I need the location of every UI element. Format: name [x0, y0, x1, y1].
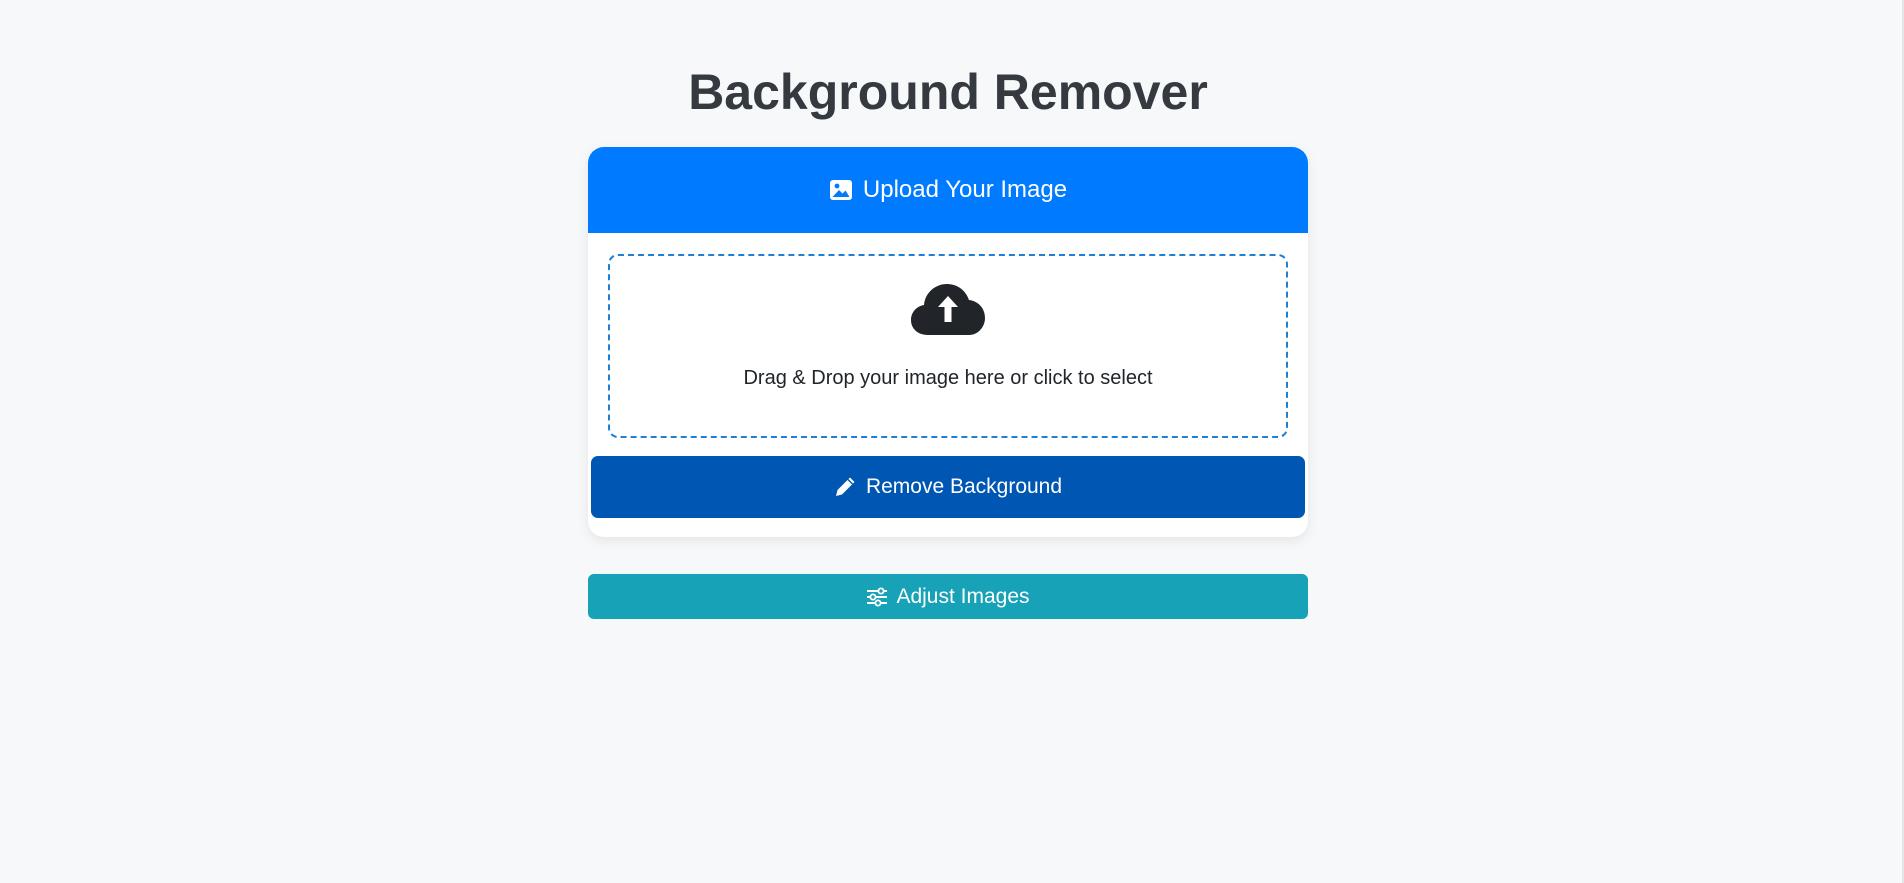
remove-background-button[interactable]: Remove Background — [591, 456, 1305, 518]
image-icon — [829, 179, 853, 201]
page: Background Remover Upload Your Image Dra… — [0, 0, 1904, 883]
remove-background-label: Remove Background — [865, 475, 1063, 498]
image-dropzone[interactable]: Drag & Drop your image here or click to … — [608, 254, 1288, 438]
pencil-icon — [834, 476, 856, 498]
adjust-images-button[interactable]: Adjust Images — [588, 574, 1308, 619]
adjust-images-label: Adjust Images — [896, 584, 1030, 608]
page-title: Background Remover — [688, 64, 1208, 120]
cloud-upload-icon — [910, 282, 986, 341]
dropzone-text: Drag & Drop your image here or click to … — [743, 367, 1153, 389]
upload-card-header: Upload Your Image — [588, 147, 1308, 233]
sliders-icon — [866, 587, 888, 607]
upload-card-title: Upload Your Image — [862, 176, 1068, 203]
upload-card: Upload Your Image Drag & Drop your image… — [588, 147, 1308, 537]
